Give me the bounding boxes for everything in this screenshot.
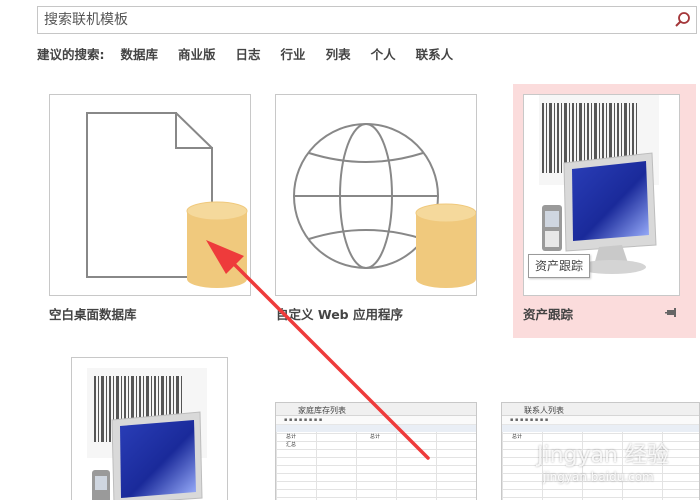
template-tooltip: 资产跟踪 <box>528 254 591 278</box>
template-search-input[interactable] <box>44 10 654 30</box>
preview-cell: 总计 <box>286 434 297 440</box>
suggestion-personal[interactable]: 个人 <box>371 44 396 63</box>
suggestion-business[interactable]: 商业版 <box>178 44 216 63</box>
web-app-icon <box>293 123 476 288</box>
template-thumbnail[interactable] <box>49 94 251 296</box>
pin-icon[interactable] <box>665 305 679 319</box>
asset-tracking-icon <box>87 368 207 500</box>
suggestion-database[interactable]: 数据库 <box>121 44 159 63</box>
preview-cell: 总计 <box>370 434 381 440</box>
blank-database-icon <box>86 112 248 288</box>
preview-title: 联系人列表 <box>524 406 564 415</box>
template-thumbnail[interactable]: 家庭库存列表 ▪ ▪ ▪ ▪ ▪ ▪ ▪ ▪ 总计 汇总 总计 <box>275 402 477 500</box>
suggested-searches: 建议的搜索: 数据库 商业版 日志 行业 列表 个人 联系人 <box>37 43 473 63</box>
preview-title: 家庭库存列表 <box>298 406 346 415</box>
template-search-box <box>37 6 697 34</box>
watermark: Jingyan 经验 <box>537 443 669 468</box>
suggestion-industry[interactable]: 行业 <box>281 44 306 63</box>
template-name: 空白桌面数据库 <box>49 307 137 322</box>
suggestion-log[interactable]: 日志 <box>236 44 261 63</box>
template-thumbnail[interactable] <box>275 94 477 296</box>
suggestion-list[interactable]: 列表 <box>326 44 351 63</box>
template-thumbnail[interactable] <box>71 357 228 500</box>
template-name: 自定义 Web 应用程序 <box>276 307 403 322</box>
preview-cell: 总计 <box>512 434 523 440</box>
search-icon[interactable] <box>672 9 694 31</box>
watermark-url: jingyan.baidu.com <box>543 470 654 484</box>
preview-cell: 汇总 <box>286 442 297 448</box>
template-name: 资产跟踪 <box>523 307 574 322</box>
suggested-searches-label: 建议的搜索: <box>37 46 105 62</box>
suggestion-contacts[interactable]: 联系人 <box>416 44 454 63</box>
